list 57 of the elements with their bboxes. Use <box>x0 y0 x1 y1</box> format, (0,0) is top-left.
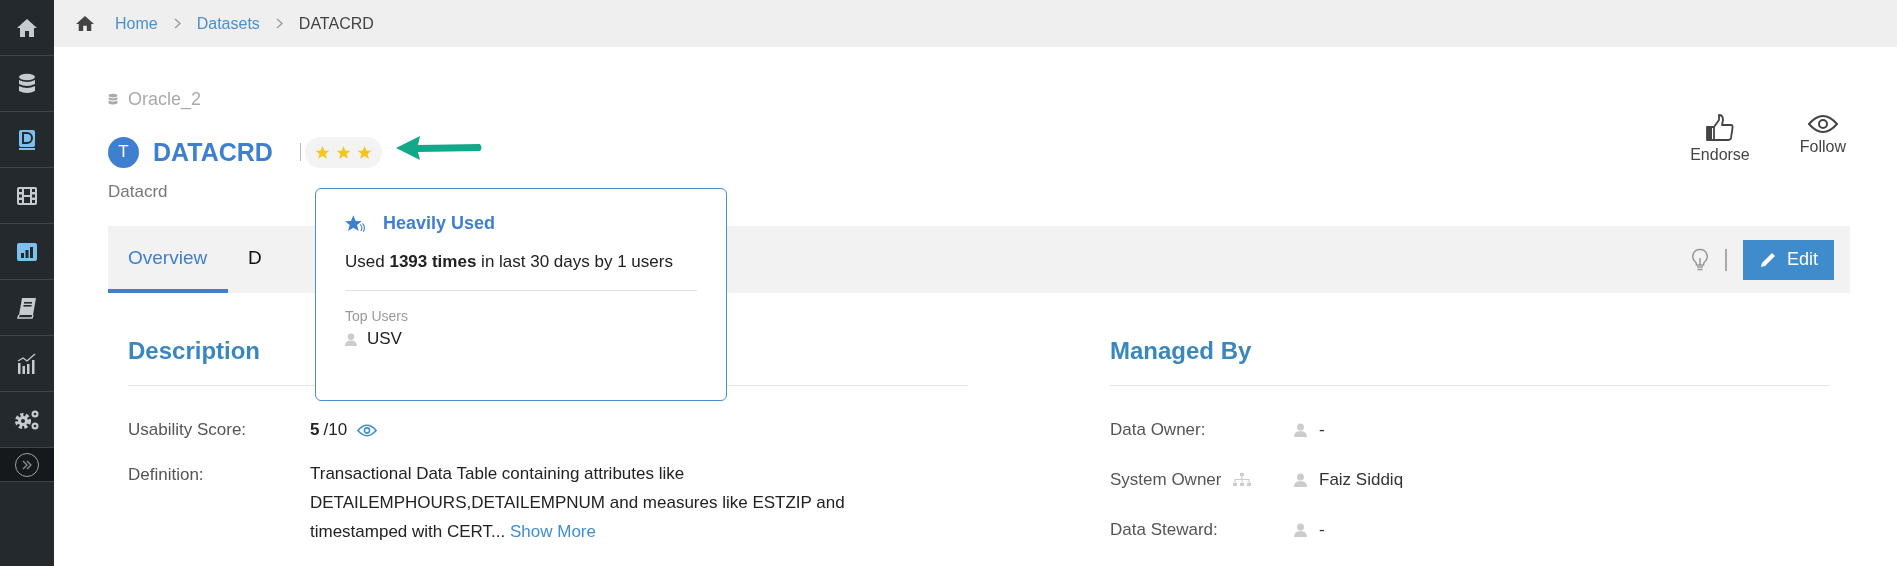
score-max: /10 <box>323 420 348 440</box>
usability-score: 5 <box>310 420 320 440</box>
follow-button[interactable]: Follow <box>1799 114 1846 166</box>
eye-icon <box>1807 114 1838 134</box>
user-icon <box>1294 523 1307 537</box>
user-name: USV <box>367 329 402 349</box>
person-name: - <box>1319 420 1325 440</box>
database-icon <box>18 72 36 95</box>
star-icon <box>356 144 372 160</box>
chevron-icon <box>173 18 181 29</box>
bar-chart-icon <box>16 241 38 262</box>
lightbulb-icon[interactable] <box>1690 247 1709 272</box>
definition-text: Transactional Data Table containing attributes like DETAILEMPHOURS,DETAILEMPNUM and measures like ESTZIP and timestamped with CERT... Show More <box>310 463 846 543</box>
trend-chart-icon <box>17 352 37 375</box>
star-icon <box>345 214 365 233</box>
person-name: - <box>1319 520 1325 540</box>
thumbs-up-icon <box>1705 114 1734 142</box>
tab[interactable]: Overview <box>108 226 228 293</box>
top-users-label: Top Users <box>345 308 410 324</box>
eye-icon[interactable] <box>357 423 378 437</box>
dataset-subtitle: Datacrd <box>108 182 169 202</box>
user-icon <box>1294 473 1307 487</box>
home-icon <box>16 17 38 38</box>
field-label: Definition: <box>128 465 205 486</box>
hierarchy-icon <box>1233 473 1252 487</box>
home-icon[interactable] <box>75 15 95 32</box>
section-heading: Managed By <box>1110 337 1252 365</box>
type-badge: T <box>108 136 139 168</box>
star-icon <box>335 144 351 160</box>
user-icon <box>345 332 357 346</box>
field-label: Data Owner: <box>1110 420 1206 440</box>
source-name: Oracle_2 <box>128 89 202 110</box>
film-icon <box>16 185 38 206</box>
field-label: Usability Score: <box>128 420 248 440</box>
user-icon <box>1294 423 1307 437</box>
breadcrumb-link[interactable]: Home <box>115 14 158 33</box>
star-icon <box>314 144 330 160</box>
usage-stars[interactable] <box>304 136 382 168</box>
popover-title: Heavily Used <box>383 213 496 234</box>
field-label: Data Steward: <box>1110 520 1218 540</box>
pencil-icon <box>1758 250 1777 269</box>
breadcrumb-link[interactable]: Datasets <box>196 14 260 33</box>
database-icon <box>108 93 118 106</box>
dataset-title: DATACRD <box>153 137 273 167</box>
section-heading: Description <box>128 337 261 365</box>
edit-button[interactable]: Edit <box>1742 239 1834 280</box>
person-name: Faiz Siddiq <box>1319 470 1404 490</box>
book-icon <box>16 296 38 319</box>
dictionary-icon <box>18 128 36 151</box>
breadcrumb-current: DATACRD <box>298 14 374 33</box>
chevron-icon <box>275 18 283 29</box>
endorse-button[interactable]: Endorse <box>1690 114 1750 166</box>
gears-icon <box>14 408 40 431</box>
show-more-link[interactable]: Show More <box>510 522 596 541</box>
double-chevron-icon <box>22 459 32 470</box>
field-label: System Owner <box>1110 470 1222 490</box>
usage-text: Used 1393 times in last 30 days by 1 users <box>345 252 674 272</box>
